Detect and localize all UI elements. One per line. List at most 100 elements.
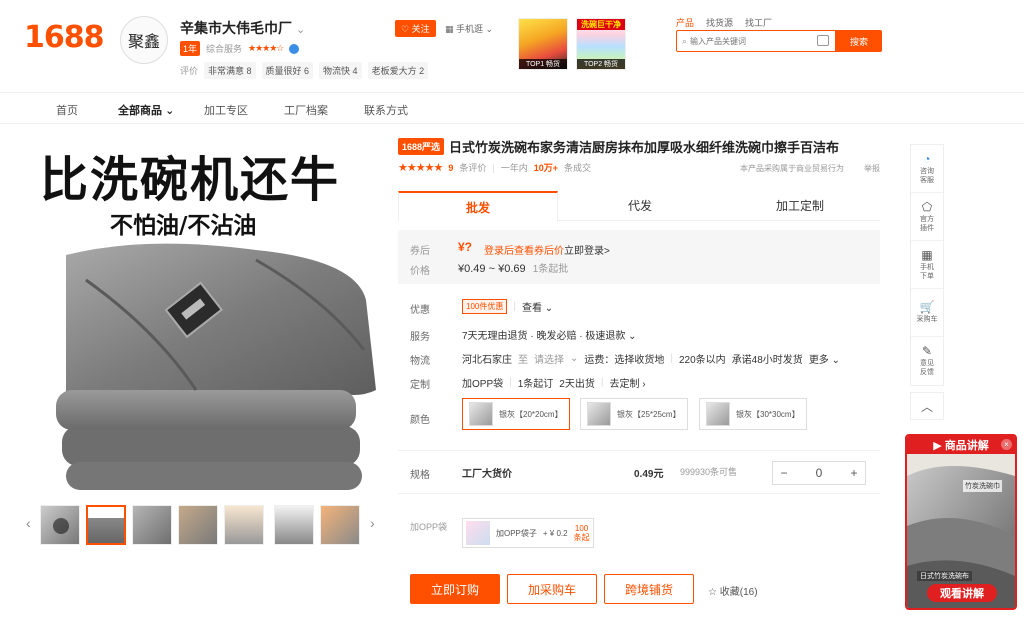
thumb-prev-icon[interactable]: ‹ — [26, 515, 31, 531]
watch-explain-button[interactable]: 观看讲解 — [927, 584, 997, 602]
logistics-label: 物流 — [410, 356, 430, 367]
discount-value: 100件优惠 | 查看 ⌄ — [462, 299, 553, 314]
add-to-cart-button[interactable]: 加采购车 — [507, 574, 597, 604]
plus-button[interactable]: + — [843, 466, 865, 480]
thumbnail[interactable] — [132, 505, 172, 545]
score-tag[interactable]: 物流快 4 — [319, 62, 362, 79]
purchase-mode-tabs: 批发 代发 加工定制 — [398, 191, 880, 221]
search-tab[interactable]: 产品 — [676, 16, 694, 29]
price-box: 券后 ¥? 登录后查看券后价立即登录> 价格 ¥0.49 ~ ¥0.69 1条起… — [398, 230, 880, 284]
opp-swatch — [466, 521, 490, 545]
side-item-customer-service[interactable]: ◔ 咨询 客服 — [911, 145, 943, 193]
follow-button[interactable]: ♡ 关注 — [395, 20, 436, 37]
promo-card-2[interactable]: 洗碗巨干净 TOP2 畅货 — [576, 18, 626, 70]
report-link[interactable]: 举报 — [864, 163, 880, 174]
side-item-mobile-order[interactable]: ▦ 手机 下单 — [911, 241, 943, 289]
color-option[interactable]: 银灰【20*20cm】 — [462, 398, 570, 430]
search-tab[interactable]: 找货源 — [706, 16, 733, 29]
coupon-link-text[interactable]: 登录后查看券后价 — [484, 246, 564, 257]
nav-contact[interactable]: 联系方式 — [364, 102, 408, 118]
live-card-header: ▶ 商品讲解 — [907, 436, 1015, 454]
tab-dropship[interactable]: 代发 — [560, 191, 720, 221]
thumbnail[interactable] — [86, 505, 126, 545]
search-tab[interactable]: 找工厂 — [745, 16, 772, 29]
product-title: 日式竹炭洗碗布家务清洁厨房抹布加厚吸水细纤维洗碗巾擦手百洁布 — [449, 141, 840, 156]
sold-count: 10万+ — [533, 163, 558, 173]
coupon-link[interactable]: 登录后查看券后价立即登录> — [484, 242, 610, 257]
thumb-next-icon[interactable]: › — [370, 515, 375, 531]
promo-card-1[interactable]: TOP1 畅货 — [518, 18, 568, 70]
side-toolbar: ◔ 咨询 客服 ⬠ 官方 插件 ▦ 手机 下单 🛒 采购车 ✎ 意见 反馈 — [910, 144, 944, 386]
review-label[interactable]: 条评价 — [459, 161, 486, 174]
color-option[interactable]: 银灰【30*30cm】 — [699, 398, 807, 430]
side-item-feedback[interactable]: ✎ 意见 反馈 — [911, 337, 943, 385]
qr-icon: ▦ — [921, 247, 933, 262]
score-tag[interactable]: 质量很好 6 — [261, 62, 314, 79]
custom-opp: 加OPP袋 — [462, 379, 504, 390]
ship-to-select[interactable]: 请选择 — [534, 351, 564, 366]
ship-from: 河北石家庄 — [462, 355, 512, 366]
color-label: 颜色 — [410, 415, 430, 426]
nav-all-products-label[interactable]: 全部商品 — [118, 105, 162, 117]
shop-name-text[interactable]: 辛集市大伟毛巾厂 — [180, 20, 292, 36]
site-logo[interactable]: 1688 — [24, 20, 104, 55]
plugin-icon: ⬠ — [921, 199, 933, 214]
login-link[interactable]: 立即登录> — [564, 246, 610, 257]
review-count[interactable]: 9 — [448, 163, 453, 173]
side-item-plugin[interactable]: ⬠ 官方 插件 — [911, 193, 943, 241]
favorite-button[interactable]: ☆ 收藏(16) — [708, 583, 758, 598]
score-tag[interactable]: 非常满意 8 — [204, 62, 256, 79]
custom-link[interactable]: 去定制 › — [609, 375, 645, 390]
cross-border-button[interactable]: 跨境铺货 — [604, 574, 694, 604]
hero-subtext: 不怕油/不沾油 — [110, 213, 257, 239]
price-high: ¥0.69 — [498, 263, 526, 275]
spec-price: 0.49元 — [634, 469, 664, 480]
thumbnail[interactable] — [320, 505, 360, 545]
ship-more[interactable]: 更多 ⌄ — [809, 351, 840, 366]
thumbnail[interactable] — [40, 505, 80, 545]
price-label: 价格 — [410, 266, 430, 277]
search-button[interactable]: 搜索 — [836, 30, 882, 52]
search-input[interactable] — [690, 36, 811, 46]
follow-label[interactable]: 关注 — [412, 24, 430, 34]
color-option[interactable]: 银灰【25*25cm】 — [580, 398, 688, 430]
nav-home[interactable]: 首页 — [56, 102, 78, 118]
color-swatch — [587, 402, 611, 426]
service-value[interactable]: 7天无理由退货 · 晚发必赔 · 极速退款 ⌄ — [462, 327, 637, 342]
thumbnail[interactable] — [178, 505, 218, 545]
buy-now-button[interactable]: 立即订购 — [410, 574, 500, 604]
tab-custom[interactable]: 加工定制 — [720, 191, 880, 221]
product-title-row: 1688严选 日式竹炭洗碗布家务清洁厨房抹布加厚吸水细纤维洗碗巾擦手百洁布 — [398, 137, 839, 156]
chevron-down-icon[interactable]: ⌄ — [296, 24, 305, 36]
tab-wholesale[interactable]: 批发 — [398, 191, 558, 221]
quantity-input[interactable]: 0 — [808, 466, 830, 480]
live-explain-card[interactable]: ▶ 商品讲解 × 竹炭洗碗巾 日式竹炭洗碗布 观看讲解 — [905, 434, 1017, 610]
discount-view[interactable]: 查看 ⌄ — [522, 299, 553, 314]
thumbnail[interactable] — [224, 505, 264, 545]
score-tag[interactable]: 老板爱大方 2 — [367, 62, 429, 79]
mobile-link[interactable]: ▦ 手机逛 ⌄ — [445, 22, 493, 35]
back-to-top-button[interactable]: ︿ — [910, 392, 944, 420]
quantity-stepper: − 0 + — [772, 461, 866, 485]
nav-all-products[interactable]: 全部商品 ⌄ — [118, 102, 174, 118]
shop-badges: 1年 综合服务 ★★★★☆ — [180, 41, 300, 56]
close-icon[interactable]: × — [1001, 439, 1012, 450]
rating-row: ★★★★★ 9 条评价 | 一年内 10万+ 条成交 — [398, 161, 591, 174]
main-product-image[interactable]: 比洗碗机还牛 不怕油/不沾油 — [26, 140, 380, 490]
nav-factory[interactable]: 工厂档案 — [284, 102, 328, 118]
towel-illustration — [56, 243, 376, 490]
thumbnail[interactable] — [274, 505, 314, 545]
spec-name: 工厂大货价 — [462, 469, 512, 480]
cart-icon: 🛒 — [919, 300, 935, 314]
side-item-cart[interactable]: 🛒 采购车 — [911, 289, 943, 337]
mobile-label[interactable]: 手机逛 — [456, 24, 483, 34]
minus-button[interactable]: − — [773, 466, 795, 480]
camera-icon[interactable] — [817, 35, 829, 46]
shop-name[interactable]: 辛集市大伟毛巾厂 ⌄ — [180, 18, 305, 38]
nav-processing[interactable]: 加工专区 — [204, 102, 248, 118]
shop-avatar[interactable]: 聚鑫 — [120, 16, 168, 64]
opp-option[interactable]: 加OPP袋子 + ¥ 0.2 100 条起 — [462, 518, 594, 548]
custom-min: 1条起订 — [517, 379, 554, 390]
custom-days: 2天出货 — [559, 379, 595, 390]
verified-icon — [289, 43, 300, 54]
